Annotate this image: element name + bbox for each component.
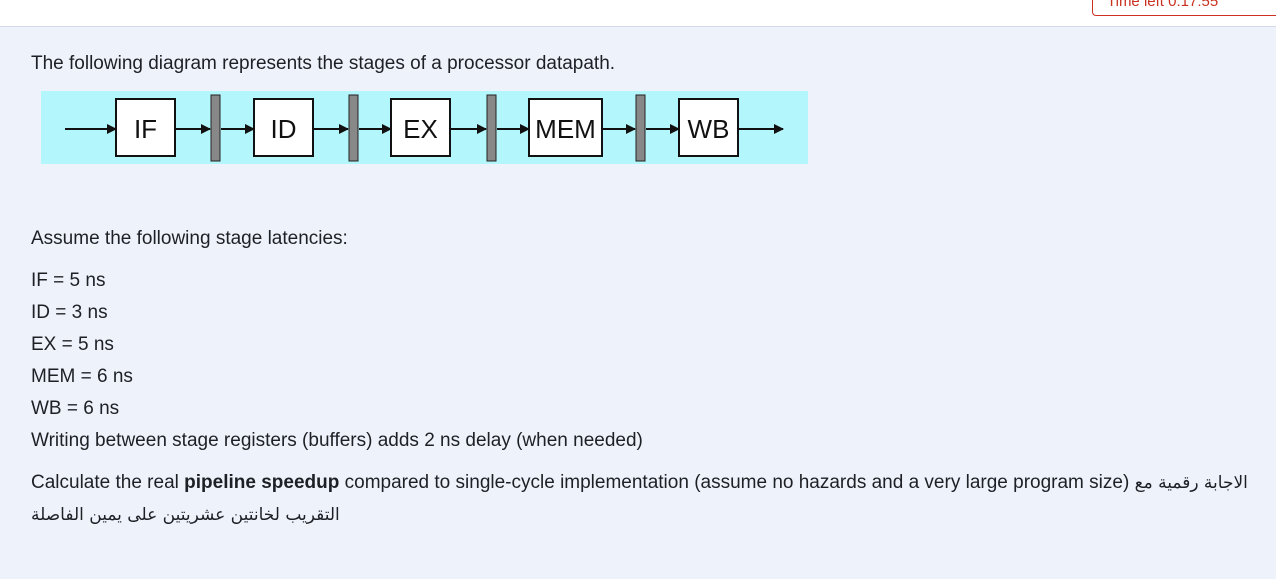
question-panel: The following diagram represents the sta… — [0, 26, 1276, 579]
calc-suffix: compared to single-cycle implementation … — [339, 472, 1130, 493]
pipeline-register-3 — [486, 94, 497, 162]
latency-heading: Assume the following stage latencies: — [31, 228, 348, 249]
pipeline-register-1 — [210, 94, 221, 162]
latency-mem: MEM = 6 ns — [31, 366, 133, 387]
time-left-timer: Time left 0:17:55 — [1092, 0, 1276, 16]
stage-label-mem: MEM — [535, 114, 596, 144]
calc-prefix: Calculate the real — [31, 472, 185, 493]
calculation-prompt: Calculate the real pipeline speedup comp… — [31, 467, 1251, 531]
datapath-diagram: IF ID EX MEM WB — [41, 91, 808, 164]
latency-ex: EX = 5 ns — [31, 334, 114, 355]
pipeline-register-4 — [635, 94, 646, 162]
pipeline-register-2 — [348, 94, 359, 162]
stage-label-ex: EX — [403, 114, 438, 144]
stage-label-id: ID — [271, 114, 297, 144]
stage-label-wb: WB — [688, 114, 730, 144]
question-intro: The following diagram represents the sta… — [31, 53, 616, 74]
datapath-svg: IF ID EX MEM WB — [65, 94, 784, 162]
latency-wb: WB = 6 ns — [31, 398, 120, 419]
latency-id: ID = 3 ns — [31, 302, 108, 323]
calc-bold-term: pipeline speedup — [184, 472, 340, 493]
buffer-delay-note: Writing between stage registers (buffers… — [31, 430, 643, 451]
stage-label-if: IF — [134, 114, 157, 144]
timer-label: Time left 0:17:55 — [1107, 0, 1219, 10]
latency-list: IF = 5 ns ID = 3 ns EX = 5 ns MEM = 6 ns… — [31, 265, 643, 457]
latency-if: IF = 5 ns — [31, 270, 106, 291]
